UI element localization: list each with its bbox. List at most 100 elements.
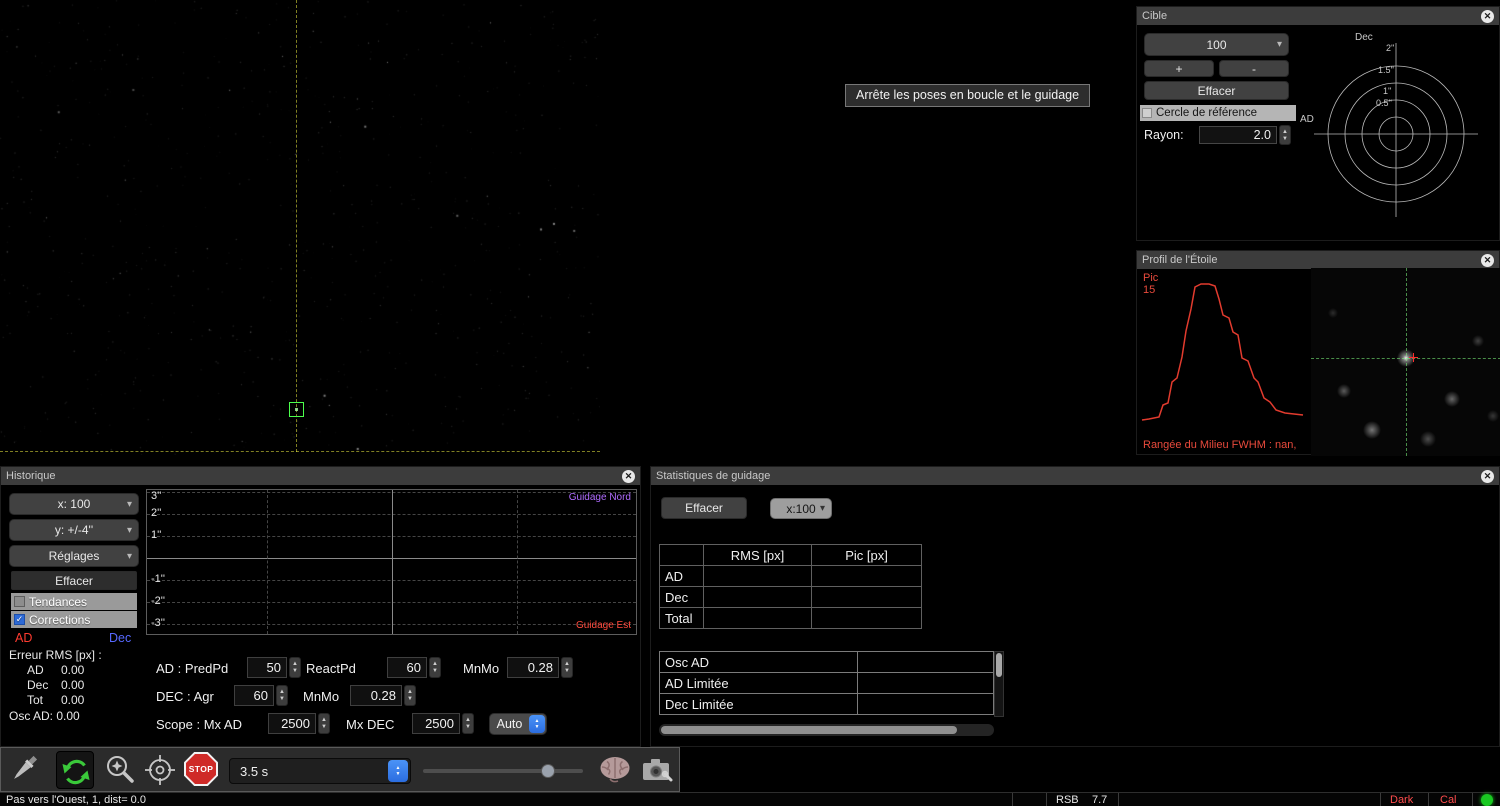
stop-button-tooltip: Arrête les poses en boucle et le guidage <box>845 84 1090 107</box>
settings-dropdown[interactable]: Réglages ▾ <box>9 545 139 567</box>
mx-dec-stepper[interactable]: ▲ ▼ <box>462 713 474 734</box>
reactpd-input[interactable]: 60 <box>387 657 427 678</box>
vertical-scrollbar[interactable] <box>994 651 1004 717</box>
star-profile-header[interactable]: Profil de l'Étoile ✕ <box>1137 251 1499 269</box>
stretch-slider[interactable] <box>423 761 583 781</box>
panel-title: Profil de l'Étoile <box>1142 254 1217 266</box>
y-scale-dropdown[interactable]: y: +/-4'' ▾ <box>9 519 139 541</box>
camera-settings-button[interactable] <box>641 755 675 790</box>
star-magnifier-icon <box>103 753 137 787</box>
mnmo-dec-input[interactable]: 0.28 <box>350 685 402 706</box>
target-panel: Cible ✕ 100 ▾ + - Effacer Cercle de réfé… <box>1136 6 1500 241</box>
mnmo-ra-input[interactable]: 0.28 <box>507 657 559 678</box>
arrow-up-icon: ▲ <box>279 689 285 695</box>
radius-stepper[interactable]: ▲ ▼ <box>1279 125 1291 145</box>
history-panel-header[interactable]: Historique ✕ <box>1 467 640 485</box>
exposure-value: 3.5 s <box>230 764 388 779</box>
stats-clear-button[interactable]: Effacer <box>661 497 747 519</box>
guide-button[interactable] <box>143 753 177 792</box>
mnmo-label: MnMo <box>463 661 499 676</box>
row-header: Dec <box>660 587 704 608</box>
dec-legend-label: Dec <box>109 631 131 645</box>
corrections-checkbox[interactable]: ✓ <box>14 614 25 625</box>
scrollbar-thumb[interactable] <box>996 653 1002 677</box>
zoom-in-button[interactable]: + <box>1144 60 1214 77</box>
target-clear-button[interactable]: Effacer <box>1144 81 1289 100</box>
checkbox-label: Cercle de référence <box>1156 107 1257 119</box>
crosshair-vertical <box>296 0 297 452</box>
arrow-up-icon: ▲ <box>396 766 401 771</box>
dropdown-value: x:100 <box>786 502 815 516</box>
scrollbar-thumb[interactable] <box>661 726 957 734</box>
predpd-input[interactable]: 50 <box>247 657 287 678</box>
auto-select-star-button[interactable] <box>103 753 137 792</box>
star-closeup-image[interactable] <box>1311 268 1500 456</box>
stop-button[interactable]: STOP <box>184 752 218 786</box>
dropdown-value: y: +/-4'' <box>55 523 93 537</box>
mx-dec-label: Mx DEC <box>346 717 394 732</box>
exposure-dropdown[interactable]: 3.5 s ▲ ▼ <box>229 758 411 784</box>
trends-checkbox[interactable] <box>14 596 25 607</box>
reactpd-stepper[interactable]: ▲ ▼ <box>429 657 441 678</box>
connect-equipment-button[interactable] <box>7 752 41 793</box>
mx-ad-stepper[interactable]: ▲ ▼ <box>318 713 330 734</box>
column-header: RMS [px] <box>704 545 812 566</box>
panel-title: Statistiques de guidage <box>656 470 770 482</box>
reference-circle-row[interactable]: Cercle de référence <box>1140 105 1296 121</box>
radius-input[interactable]: 2.0 <box>1199 126 1277 144</box>
target-zoom-dropdown[interactable]: 100 ▾ <box>1144 33 1289 56</box>
status-bar: Pas vers l'Ouest, 1, dist= 0.0 RSB 7.7 D… <box>0 792 1500 806</box>
statusbar-separator <box>1380 793 1381 806</box>
statusbar-separator <box>1012 793 1013 806</box>
y-axis-label: 3'' <box>151 490 161 502</box>
arrow-down-icon: ▼ <box>1282 136 1288 142</box>
x-scale-dropdown[interactable]: x: 100 ▾ <box>9 493 139 515</box>
table-cell <box>858 652 994 673</box>
rms-row: Tot 0.00 <box>27 693 84 707</box>
mx-dec-input[interactable]: 2500 <box>412 713 460 734</box>
dropdown-value: Auto <box>490 717 529 731</box>
dec-agr-stepper[interactable]: ▲ ▼ <box>276 685 288 706</box>
rms-label: Dec <box>27 678 61 692</box>
dropdown-value: x: 100 <box>58 497 91 511</box>
loop-exposures-button[interactable] <box>56 751 94 789</box>
zoom-out-button[interactable]: - <box>1219 60 1289 77</box>
star-marker-icon <box>1413 353 1414 362</box>
corner-cell <box>660 545 704 566</box>
y-axis-label: -1'' <box>151 573 165 585</box>
arrow-down-icon: ▼ <box>432 668 438 674</box>
mnmo-ra-stepper[interactable]: ▲ ▼ <box>561 657 573 678</box>
slider-track[interactable] <box>423 769 583 773</box>
close-icon[interactable]: ✕ <box>622 470 635 483</box>
close-icon[interactable]: ✕ <box>1481 254 1494 267</box>
statusbar-separator <box>1118 793 1119 806</box>
chevron-down-icon: ▾ <box>127 499 132 510</box>
close-icon[interactable]: ✕ <box>1481 10 1494 23</box>
target-panel-header[interactable]: Cible ✕ <box>1137 7 1499 25</box>
ad-axis-label: AD <box>1300 114 1314 125</box>
ring-label: 0.5'' <box>1376 98 1392 108</box>
trends-checkbox-row[interactable]: Tendances <box>11 593 137 610</box>
dec-agr-input[interactable]: 60 <box>234 685 274 706</box>
advanced-settings-button[interactable] <box>597 754 633 791</box>
close-icon[interactable]: ✕ <box>1481 470 1494 483</box>
rms-row: AD 0.00 <box>27 663 84 677</box>
north-guide-legend: Guidage Nord <box>569 492 631 503</box>
mnmo-dec-stepper[interactable]: ▲ ▼ <box>404 685 416 706</box>
y-axis-label: -3'' <box>151 617 165 629</box>
auto-mode-dropdown[interactable]: Auto ▲ ▼ <box>489 713 547 735</box>
table-cell <box>704 608 812 629</box>
history-clear-button[interactable]: Effacer <box>11 571 137 590</box>
camera-view[interactable]: Arrête les poses en boucle et le guidage <box>0 0 1133 455</box>
guide-stats-header[interactable]: Statistiques de guidage ✕ <box>651 467 1499 485</box>
stats-scale-dropdown[interactable]: x:100 ▾ <box>770 498 832 519</box>
mx-ad-input[interactable]: 2500 <box>268 713 316 734</box>
horizontal-scrollbar[interactable] <box>659 724 994 736</box>
slider-knob[interactable] <box>541 764 555 778</box>
dropdown-value: Réglages <box>49 549 100 563</box>
arrow-up-icon: ▲ <box>465 717 471 723</box>
reference-circle-checkbox[interactable] <box>1142 108 1152 118</box>
predpd-stepper[interactable]: ▲ ▼ <box>289 657 301 678</box>
corrections-checkbox-row[interactable]: ✓ Corrections <box>11 611 137 628</box>
table-cell <box>858 673 994 694</box>
